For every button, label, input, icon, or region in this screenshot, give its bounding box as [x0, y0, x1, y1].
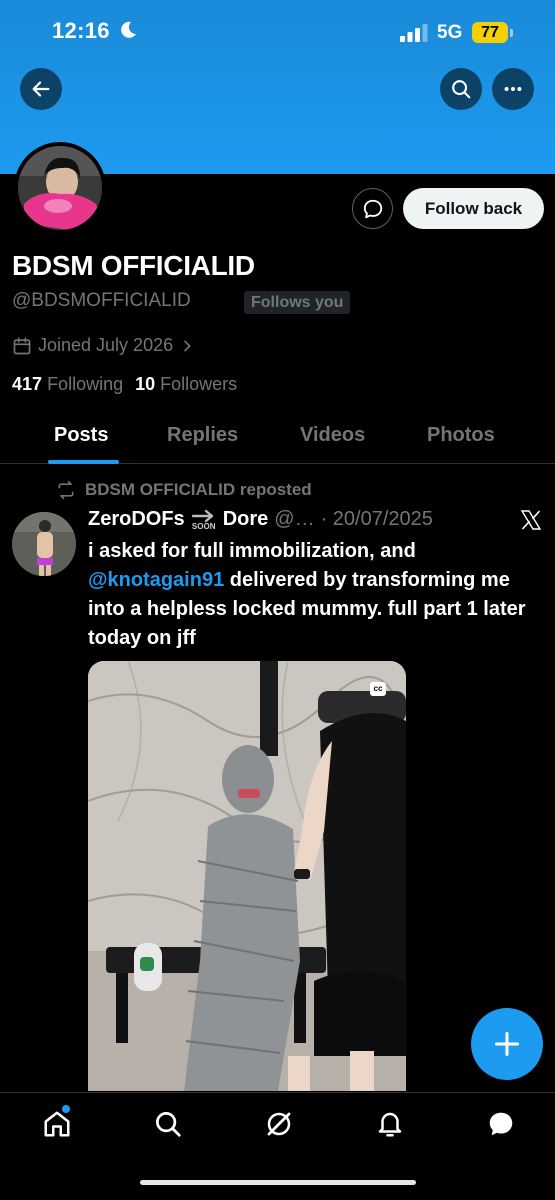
post-author-avatar[interactable] — [12, 512, 76, 576]
post-author-name-2[interactable]: Dore — [223, 508, 269, 531]
network-type: 5G — [437, 22, 463, 43]
post-video[interactable] — [88, 661, 406, 1091]
arrow-left-icon — [32, 81, 50, 97]
repost-indicator[interactable]: BDSM OFFICIALID reposted — [56, 480, 312, 500]
closed-captions-icon[interactable]: cc — [370, 682, 386, 696]
post-header: ZeroDOFs SOON Dore @… · 20/07/2025 — [88, 508, 433, 531]
post-text: i asked for full immobilization, and @kn… — [88, 537, 544, 653]
message-button[interactable] — [352, 188, 393, 229]
avatar-image — [18, 146, 102, 230]
more-dots-icon — [504, 86, 522, 92]
bell-icon — [378, 1112, 402, 1137]
soon-arrow-icon — [191, 509, 213, 522]
nav-home[interactable] — [42, 1109, 72, 1139]
plus-icon — [494, 1031, 520, 1057]
grok-icon — [267, 1112, 291, 1136]
followers-label: Followers — [160, 374, 238, 394]
repost-text: BDSM OFFICIALID reposted — [85, 480, 312, 499]
search-icon — [452, 80, 471, 99]
x-logo-icon — [520, 510, 542, 530]
chevron-right-icon — [184, 340, 191, 351]
post-date: · 20/07/2025 — [320, 508, 433, 530]
joined-date-text: Joined July 2026 — [38, 335, 174, 355]
compose-post-button[interactable] — [471, 1008, 543, 1080]
post-author-avatar-image — [12, 512, 76, 576]
post-text-part-1: i asked for full immobilization, and — [88, 540, 416, 562]
follow-stats: 417 Following 10 Followers — [12, 374, 237, 395]
following-count: 417 — [12, 374, 43, 394]
repost-icon — [58, 480, 74, 500]
more-options-button[interactable] — [492, 68, 534, 110]
following-link[interactable]: 417 Following — [12, 374, 123, 395]
tab-replies[interactable]: Replies — [167, 424, 238, 447]
battery-level: 77 — [472, 22, 508, 43]
nav-grok[interactable] — [264, 1109, 294, 1139]
home-indicator — [140, 1180, 416, 1185]
followers-count: 10 — [135, 374, 156, 394]
home-icon — [44, 1111, 70, 1137]
nav-search[interactable] — [153, 1109, 183, 1139]
soon-text: SOON — [191, 521, 216, 531]
battery-icon: 77 — [472, 22, 514, 43]
profile-avatar[interactable] — [14, 142, 106, 234]
calendar-icon — [13, 337, 31, 354]
tab-posts[interactable]: Posts — [54, 424, 108, 447]
following-label: Following — [47, 374, 124, 394]
nav-notifications[interactable] — [375, 1109, 405, 1139]
profile-tabs: Posts Replies Videos Photos — [0, 412, 555, 464]
nav-messages[interactable] — [486, 1109, 516, 1139]
focus-moon-icon — [121, 21, 136, 38]
tab-videos[interactable]: Videos — [300, 424, 365, 447]
tab-photos[interactable]: Photos — [427, 424, 495, 447]
messages-bubble-icon — [489, 1112, 513, 1136]
home-unread-dot — [62, 1105, 70, 1113]
joined-date-link[interactable]: Joined July 2026 — [12, 335, 195, 356]
search-button[interactable] — [440, 68, 482, 110]
profile-handle: @BDSMOFFICIALID — [12, 290, 191, 311]
post-author-handle: @… — [274, 508, 315, 530]
soon-emoji: SOON — [191, 509, 217, 531]
status-time: 12:16 — [52, 18, 110, 43]
battery-tip — [510, 29, 513, 37]
search-icon — [156, 1112, 181, 1137]
post-video-frame — [88, 661, 406, 1091]
follows-you-badge: Follows you — [244, 291, 351, 314]
post-mention-link[interactable]: @knotagain91 — [88, 569, 224, 591]
profile-display-name: BDSM OFFICIALID — [12, 250, 255, 281]
follow-back-button[interactable]: Follow back — [403, 188, 544, 229]
message-bubble-icon — [363, 199, 382, 218]
status-bar: 12:16 5G 77 — [0, 0, 555, 62]
post-author-name[interactable]: ZeroDOFs — [88, 508, 185, 531]
cellular-signal-icon — [400, 24, 428, 42]
active-tab-indicator — [48, 460, 119, 464]
back-button[interactable] — [20, 68, 62, 110]
followers-link[interactable]: 10 Followers — [135, 374, 237, 395]
